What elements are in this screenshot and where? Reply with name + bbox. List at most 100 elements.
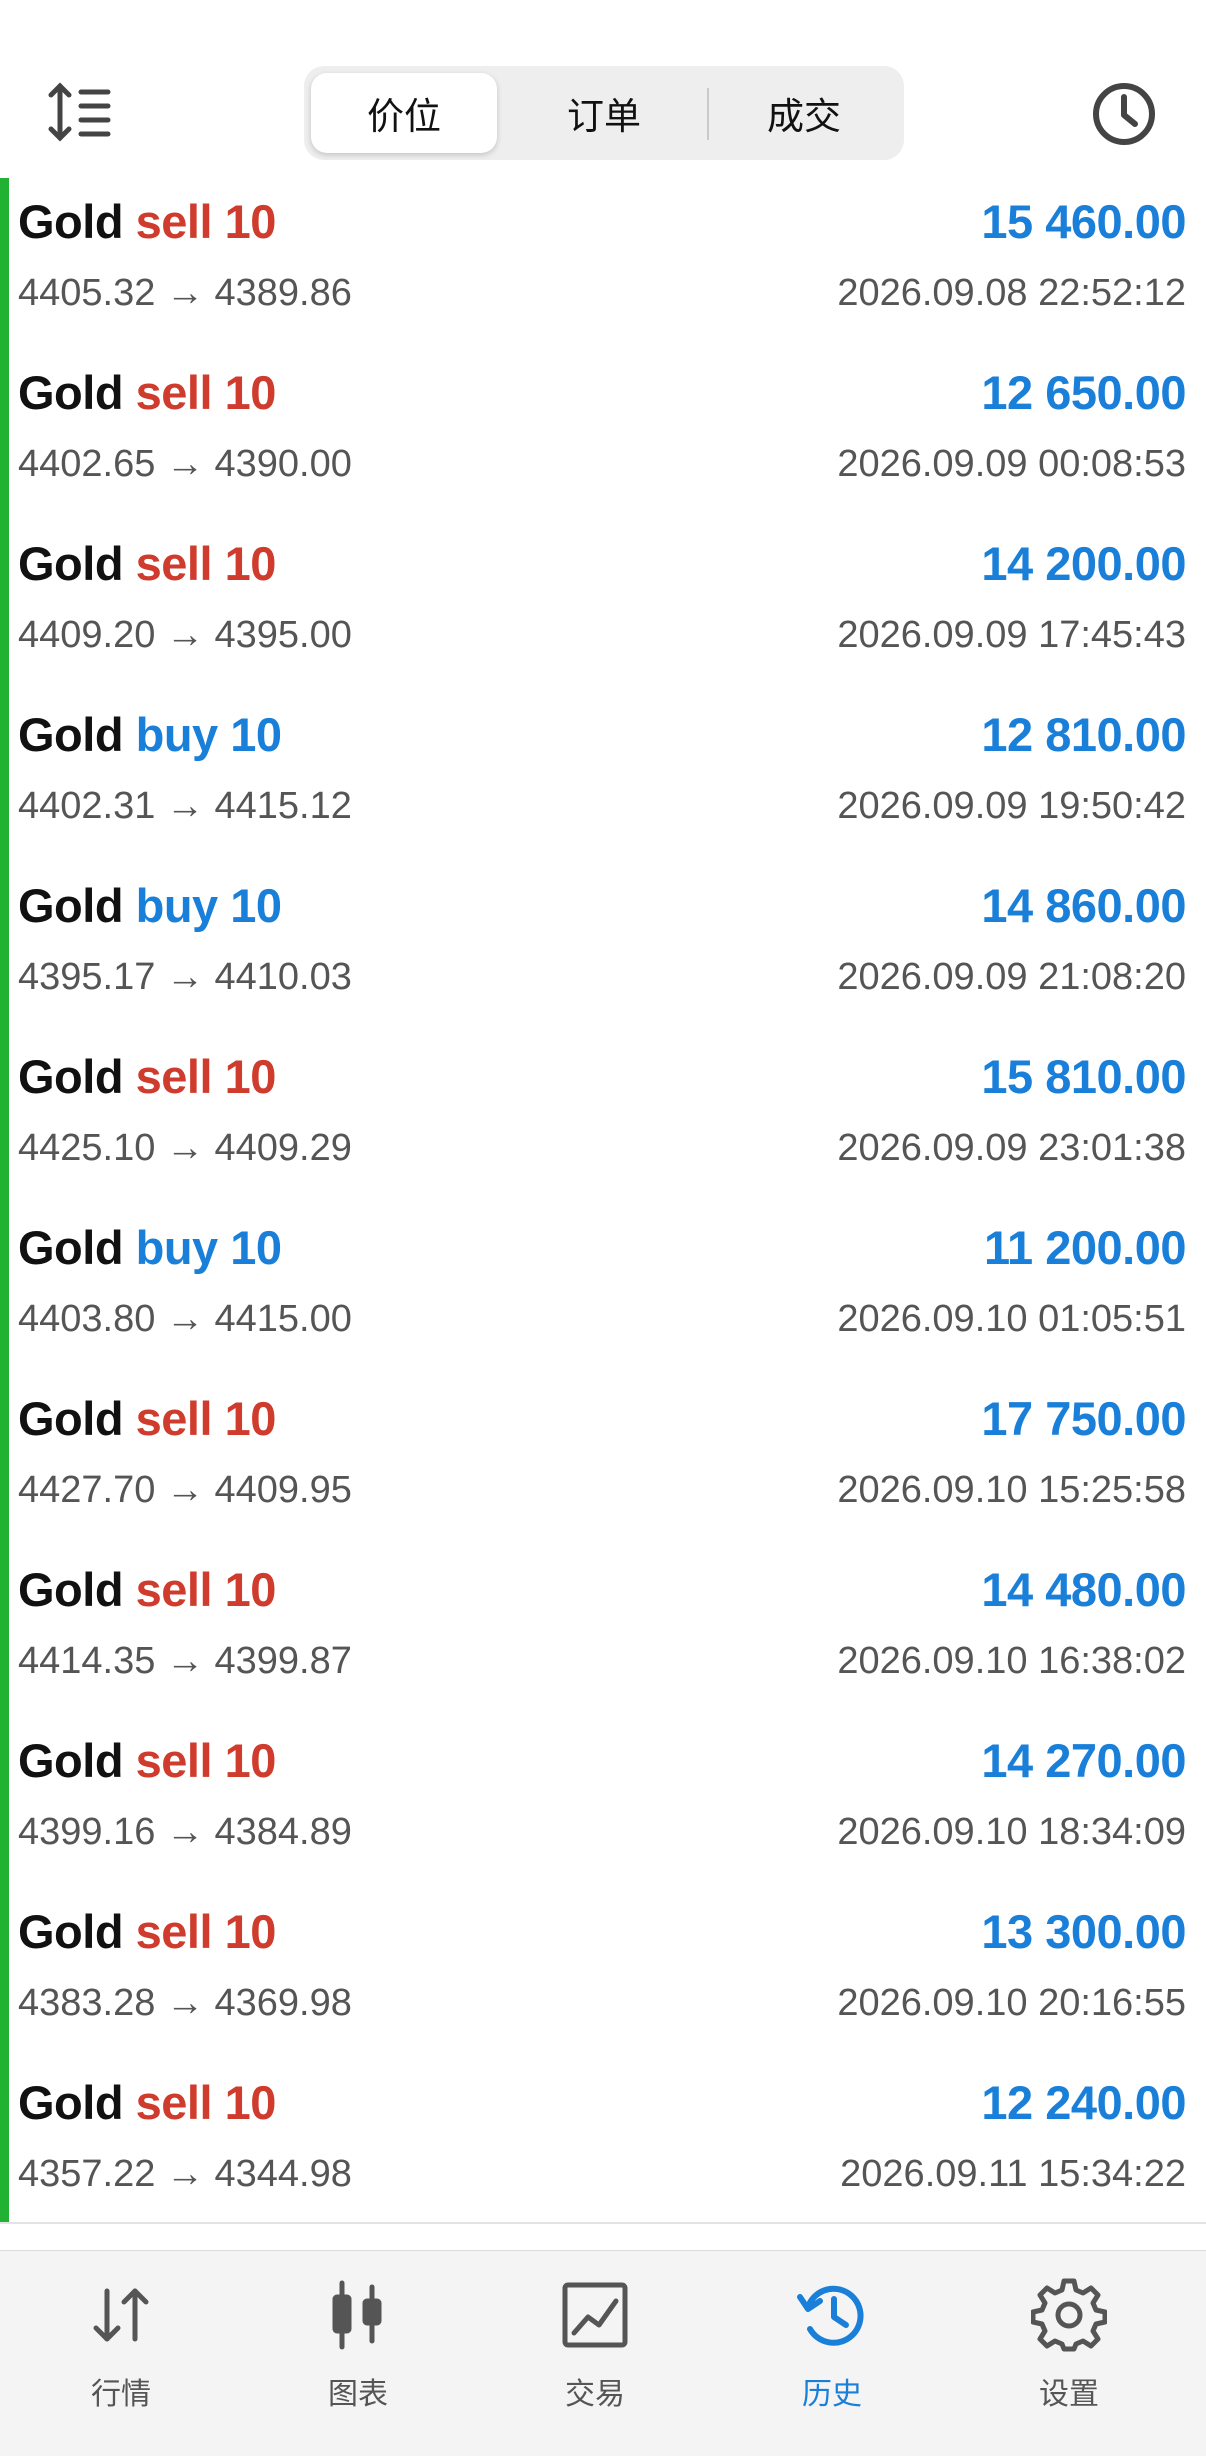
trade-volume: 10 — [224, 1563, 277, 1616]
trade-symbol: Gold sell 10 — [18, 194, 276, 249]
arrow: → — [165, 1811, 204, 1853]
trade-side: buy — [135, 708, 219, 761]
trade-profit: 12 650.00 — [981, 366, 1186, 419]
trade-history-list: Gold sell 10 15 460.00 4405.32 → 4389.86 20… — [0, 178, 1206, 2222]
trade-row[interactable]: Gold sell 10 13 300.00 4383.28 → 4369.98 20… — [0, 1890, 1206, 2061]
trade-prices: 4403.80 → 4415.00 — [18, 1298, 352, 1341]
segment-orders[interactable]: 订单 — [511, 73, 697, 153]
open-price: 4399.16 — [18, 1811, 156, 1853]
symbol-name: Gold — [18, 1563, 124, 1616]
tab-candlestick-chart[interactable]: 图表 — [237, 2251, 479, 2456]
tab-label: 图表 — [328, 2377, 388, 2412]
trade-row[interactable]: Gold sell 10 14 480.00 4414.35 → 4399.87 20… — [0, 1548, 1206, 1719]
trade-volume: 10 — [224, 537, 277, 590]
trade-symbol: Gold sell 10 — [18, 1733, 276, 1788]
open-price: 4405.32 — [18, 272, 156, 314]
trade-side: sell — [135, 1734, 213, 1787]
close-price: 4409.29 — [214, 1127, 352, 1169]
segment-price[interactable]: 价位 — [311, 73, 497, 153]
trade-symbol: Gold sell 10 — [18, 1904, 276, 1959]
trade-prices: 4405.32 → 4389.86 — [18, 272, 352, 315]
close-price: 4389.86 — [214, 272, 352, 314]
clock-icon[interactable] — [1090, 80, 1158, 148]
arrow: → — [165, 443, 204, 485]
close-price: 4390.00 — [214, 443, 352, 485]
open-price: 4427.70 — [18, 1469, 156, 1511]
arrow: → — [165, 614, 204, 656]
sort-icon[interactable] — [48, 80, 118, 144]
tab-trade-chart[interactable]: 交易 — [474, 2251, 716, 2456]
trade-volume: 10 — [224, 366, 277, 419]
trade-prices: 4357.22 → 4344.98 — [18, 2153, 352, 2196]
tab-label: 历史 — [802, 2377, 862, 2412]
arrow: → — [165, 785, 204, 827]
arrow: → — [165, 1298, 204, 1340]
trade-profit: 13 300.00 — [981, 1905, 1186, 1958]
trade-symbol: Gold buy 10 — [18, 878, 282, 933]
trade-row[interactable]: Gold sell 10 15 460.00 4405.32 → 4389.86 20… — [0, 180, 1206, 351]
trade-prices: 4402.31 → 4415.12 — [18, 785, 352, 828]
trade-prices: 4383.28 → 4369.98 — [18, 1982, 352, 2025]
symbol-name: Gold — [18, 879, 124, 932]
trade-chart-icon — [557, 2277, 633, 2353]
trade-time: 2026.09.09 17:45:43 — [837, 614, 1186, 656]
trade-volume: 10 — [224, 1905, 277, 1958]
trade-row[interactable]: Gold sell 10 14 270.00 4399.16 → 4384.89 20… — [0, 1719, 1206, 1890]
tab-quotes-arrows[interactable]: 行情 — [0, 2251, 242, 2456]
trade-side: sell — [135, 1392, 213, 1445]
trade-time: 2026.09.09 19:50:42 — [837, 785, 1186, 827]
tab-gear[interactable]: 设置 — [948, 2251, 1190, 2456]
trade-row[interactable]: Gold sell 10 14 200.00 4409.20 → 4395.00 20… — [0, 522, 1206, 693]
close-price: 4384.89 — [214, 1811, 352, 1853]
trade-row[interactable]: Gold buy 10 14 860.00 4395.17 → 4410.03 202… — [0, 864, 1206, 1035]
trade-time: 2026.09.09 23:01:38 — [837, 1127, 1186, 1169]
open-price: 4395.17 — [18, 956, 156, 998]
trade-row[interactable]: Gold sell 10 17 750.00 4427.70 → 4409.95 20… — [0, 1377, 1206, 1548]
symbol-name: Gold — [18, 1392, 124, 1445]
trade-volume: 10 — [230, 1221, 282, 1274]
trade-row[interactable]: Gold sell 10 12 650.00 4402.65 → 4390.00 20… — [0, 351, 1206, 522]
arrow: → — [165, 2153, 204, 2195]
tab-history-clock[interactable]: 历史 — [711, 2251, 953, 2456]
gear-icon — [1030, 2277, 1108, 2353]
trade-symbol: Gold sell 10 — [18, 365, 276, 420]
trade-time: 2026.09.08 22:52:12 — [837, 272, 1186, 314]
trade-prices: 4402.65 → 4390.00 — [18, 443, 352, 486]
close-price: 4410.03 — [214, 956, 352, 998]
tab-label: 交易 — [565, 2377, 625, 2412]
trade-symbol: Gold sell 10 — [18, 1049, 276, 1104]
segment-divider — [707, 88, 709, 140]
symbol-name: Gold — [18, 366, 124, 419]
trade-prices: 4427.70 → 4409.95 — [18, 1469, 352, 1512]
trade-symbol: Gold sell 10 — [18, 536, 276, 591]
trade-prices: 4399.16 → 4384.89 — [18, 1811, 352, 1854]
trade-symbol: Gold buy 10 — [18, 707, 282, 762]
trade-side: sell — [135, 1905, 213, 1958]
trade-row[interactable]: Gold buy 10 11 200.00 4403.80 → 4415.00 202… — [0, 1206, 1206, 1377]
trade-row[interactable]: Gold buy 10 12 810.00 4402.31 → 4415.12 202… — [0, 693, 1206, 864]
trade-side: sell — [135, 1050, 213, 1103]
close-price: 4409.95 — [214, 1469, 352, 1511]
bottom-tab-bar: 行情 图表 交易 历史 设置 — [0, 2250, 1206, 2456]
trade-row[interactable]: Gold sell 10 15 810.00 4425.10 → 4409.29 20… — [0, 1035, 1206, 1206]
segment-deals[interactable]: 成交 — [711, 73, 897, 153]
trade-side: sell — [135, 1563, 213, 1616]
candlestick-chart-icon — [320, 2277, 396, 2353]
trade-profit: 15 810.00 — [981, 1050, 1186, 1103]
trade-time: 2026.09.10 20:16:55 — [837, 1982, 1186, 2024]
open-price: 4414.35 — [18, 1640, 156, 1682]
symbol-name: Gold — [18, 1734, 124, 1787]
trade-side: buy — [135, 1221, 219, 1274]
trade-profit: 14 270.00 — [981, 1734, 1186, 1787]
trade-side: sell — [135, 366, 213, 419]
close-price: 4399.87 — [214, 1640, 352, 1682]
trade-profit: 14 860.00 — [981, 879, 1186, 932]
trade-time: 2026.09.09 00:08:53 — [837, 443, 1186, 485]
quotes-arrows-icon — [83, 2277, 159, 2353]
trade-time: 2026.09.11 15:34:22 — [840, 2153, 1186, 2195]
arrow: → — [165, 1469, 204, 1511]
trade-side: buy — [135, 879, 219, 932]
trade-row[interactable]: Gold sell 10 12 240.00 4357.22 → 4344.98 20… — [0, 2061, 1206, 2232]
trade-volume: 10 — [224, 1392, 277, 1445]
open-price: 4357.22 — [18, 2153, 156, 2195]
